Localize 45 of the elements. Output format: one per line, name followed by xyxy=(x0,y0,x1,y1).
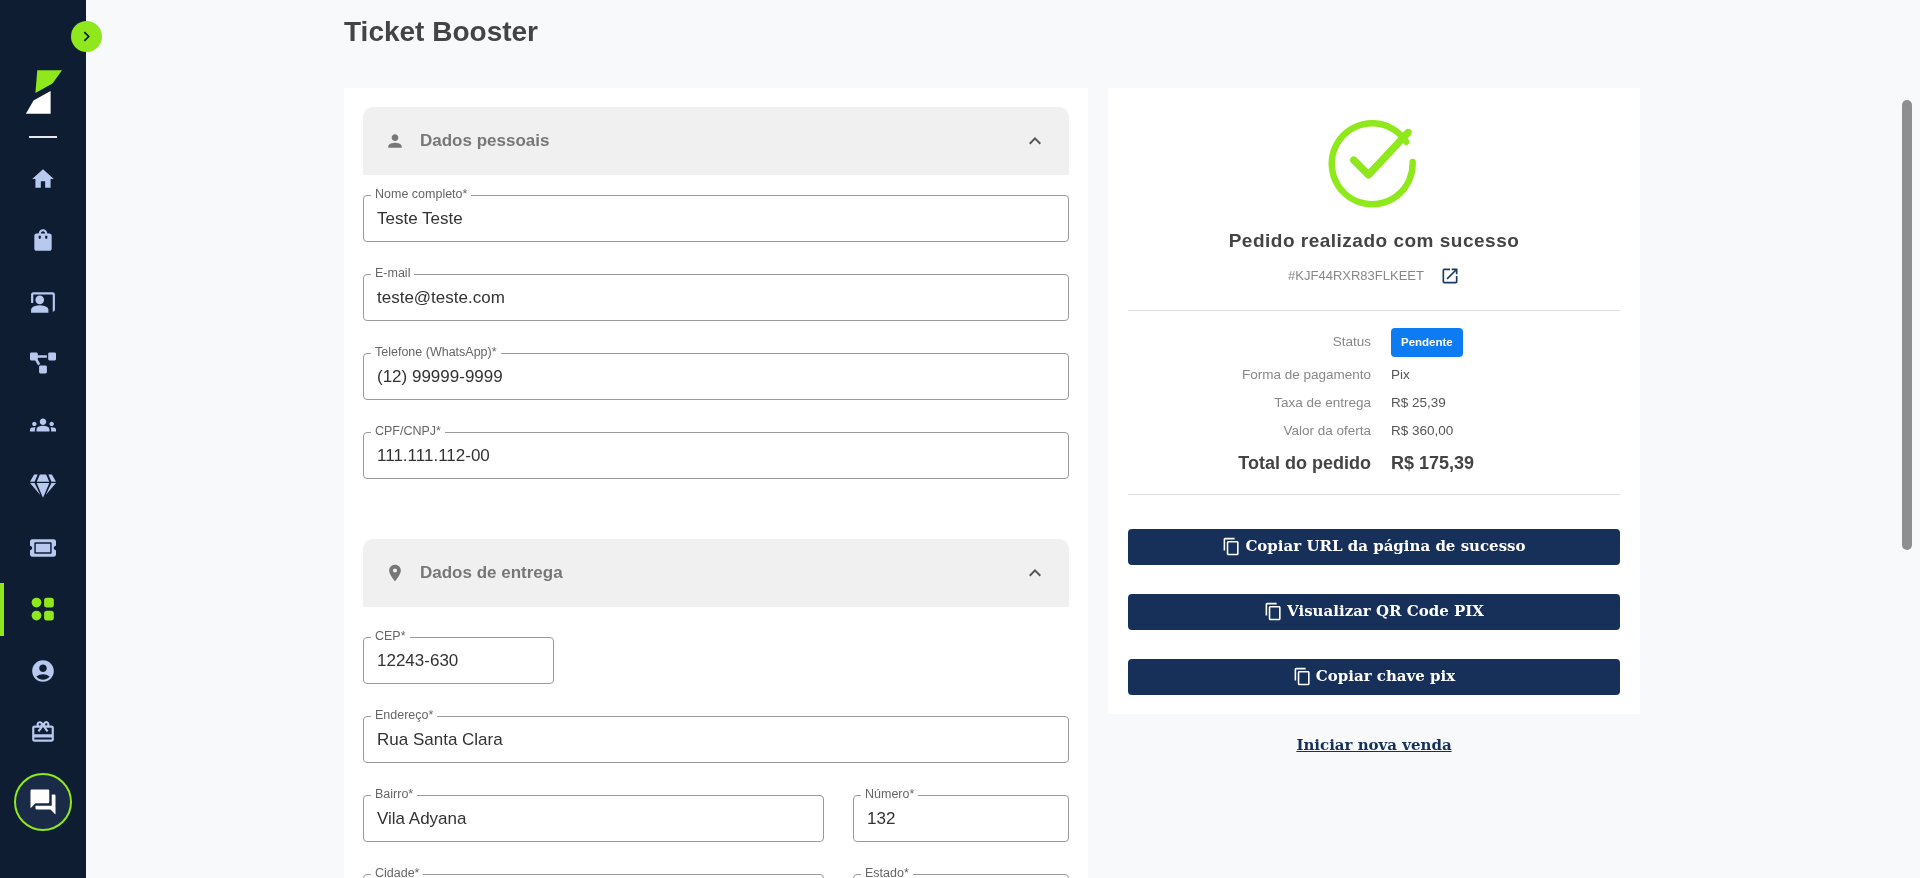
status-badge: Pendente xyxy=(1391,327,1463,357)
detail-value: R$ 360,00 xyxy=(1391,422,1454,441)
field-label: Estado* xyxy=(861,865,913,878)
chat-button[interactable] xyxy=(14,773,72,831)
field-label: Telefone (WhatsApp)* xyxy=(371,344,501,360)
field-label: Cidade* xyxy=(371,865,424,878)
copy-button[interactable]: Copiar URL da página de sucesso xyxy=(1128,528,1620,565)
detail-label: Valor da oferta xyxy=(1282,422,1371,441)
order-code: #KJF44RXR83FLKEET xyxy=(1288,266,1424,285)
field-label: Endereço* xyxy=(371,707,438,723)
new-sale-link[interactable]: Iniciar nova venda xyxy=(1296,733,1452,756)
success-title: Pedido realizado com sucesso xyxy=(1228,229,1520,253)
detail-label: Status xyxy=(1331,333,1371,351)
field-value: Rua Santa Clara xyxy=(377,728,503,751)
copy-icon xyxy=(1222,537,1242,556)
field-label: Nome completo* xyxy=(371,186,472,202)
expand-button[interactable] xyxy=(71,21,102,52)
page-title: Ticket Booster xyxy=(344,15,539,49)
field-value: 111.111.112-00 xyxy=(377,444,490,467)
field-value: (12) 99999-9999 xyxy=(377,365,503,388)
detail-value: Pix xyxy=(1391,365,1410,384)
detail-label: Taxa de entrega xyxy=(1273,394,1371,412)
section-header[interactable]: Dados pessoais xyxy=(363,107,1069,175)
field-value: 132 xyxy=(867,807,896,830)
diamond-icon xyxy=(30,473,56,500)
field-value: Vila Adyana xyxy=(377,807,467,830)
copy-icon xyxy=(1292,667,1312,686)
grid-icon xyxy=(30,596,56,623)
copy-button[interactable]: Copiar chave pix xyxy=(1128,658,1620,695)
copy-button[interactable]: Visualizar QR Code PIX xyxy=(1128,593,1620,630)
chat-icon xyxy=(28,787,58,817)
detail-label: Forma de pagamento xyxy=(1240,365,1371,384)
detail-label: Total do pedido xyxy=(1237,451,1371,475)
detail-value: R$ 25,39 xyxy=(1391,394,1446,412)
section-title: Dados de entrega xyxy=(420,562,563,585)
section-header[interactable]: Dados de entrega xyxy=(363,539,1069,607)
detail-value: R$ 175,39 xyxy=(1391,451,1475,475)
field-value: teste@teste.com xyxy=(377,286,505,309)
field-value: 12243-630 xyxy=(377,649,459,672)
chevron-right-icon xyxy=(83,31,90,42)
scrollbar-thumb[interactable] xyxy=(1902,100,1912,550)
copy-icon xyxy=(1264,602,1284,621)
field-value: Teste Teste xyxy=(377,207,463,230)
logo-icon xyxy=(24,68,62,116)
section-title: Dados pessoais xyxy=(420,130,550,153)
